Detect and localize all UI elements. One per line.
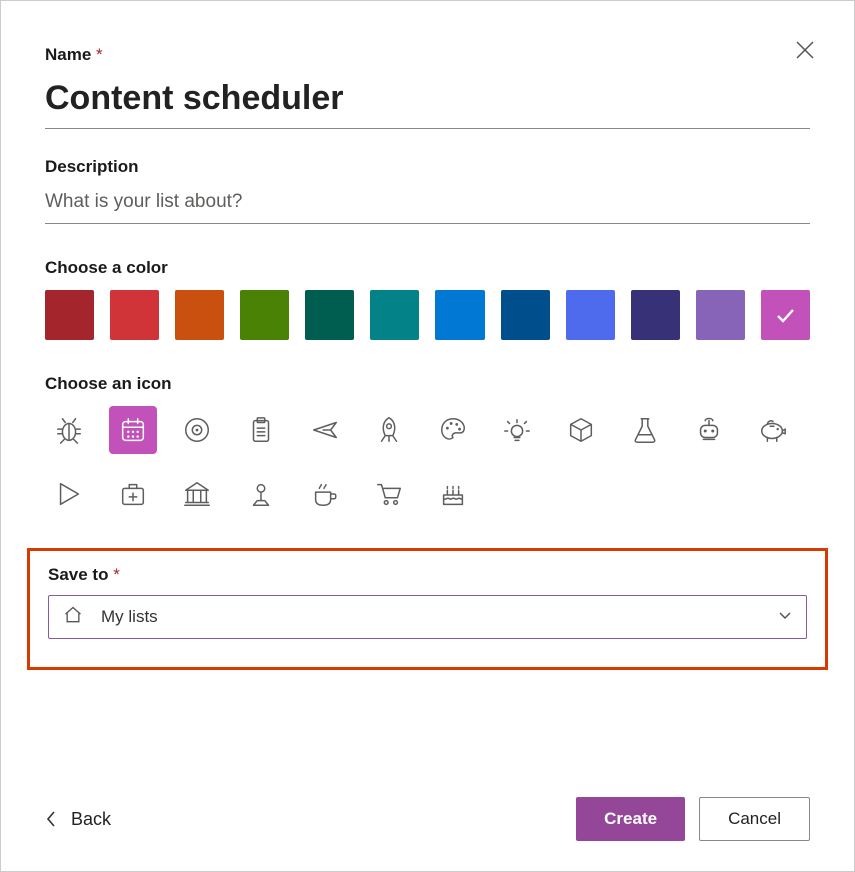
cube-icon: [566, 415, 596, 445]
icon-grid: [45, 406, 810, 518]
create-list-dialog: Name * Description Choose a color Choose…: [1, 1, 854, 871]
icon-option-cake-icon[interactable]: [429, 470, 477, 518]
icon-option-idea-icon[interactable]: [493, 406, 541, 454]
target-icon: [182, 415, 212, 445]
clipboard-icon: [246, 415, 276, 445]
cancel-button[interactable]: Cancel: [699, 797, 810, 841]
color-swatch-teal-dark[interactable]: [305, 290, 354, 340]
icon-option-coffee-icon[interactable]: [301, 470, 349, 518]
play-icon: [54, 479, 84, 509]
close-icon: [796, 41, 814, 59]
firstaid-icon: [118, 479, 148, 509]
icon-option-target-icon[interactable]: [173, 406, 221, 454]
icon-option-mappin-icon[interactable]: [237, 470, 285, 518]
icon-option-piggybank-icon[interactable]: [749, 406, 797, 454]
chevron-down-icon: [778, 608, 792, 627]
icon-option-airplane-icon[interactable]: [301, 406, 349, 454]
color-swatch-orange[interactable]: [175, 290, 224, 340]
idea-icon: [502, 415, 532, 445]
color-swatch-green[interactable]: [240, 290, 289, 340]
back-button[interactable]: Back: [45, 809, 111, 830]
color-swatch-violet[interactable]: [696, 290, 745, 340]
icon-option-calendar-icon[interactable]: [109, 406, 157, 454]
bank-icon: [182, 479, 212, 509]
icon-option-flask-icon[interactable]: [621, 406, 669, 454]
palette-icon: [438, 415, 468, 445]
icon-option-cube-icon[interactable]: [557, 406, 605, 454]
save-to-label: Save to *: [48, 565, 807, 585]
check-icon: [774, 304, 796, 326]
color-swatch-red[interactable]: [110, 290, 159, 340]
home-icon: [63, 605, 83, 630]
calendar-icon: [118, 415, 148, 445]
dialog-footer: Back Create Cancel: [45, 797, 810, 841]
save-to-selected-text: My lists: [101, 607, 158, 627]
rocket-icon: [374, 415, 404, 445]
icon-option-cart-icon[interactable]: [365, 470, 413, 518]
color-swatch-indigo[interactable]: [631, 290, 680, 340]
piggybank-icon: [758, 415, 788, 445]
icon-option-robot-icon[interactable]: [685, 406, 733, 454]
airplane-icon: [310, 415, 340, 445]
name-label: Name *: [45, 45, 810, 65]
cake-icon: [438, 479, 468, 509]
color-swatch-periwinkle[interactable]: [566, 290, 615, 340]
icon-option-clipboard-icon[interactable]: [237, 406, 285, 454]
chevron-left-icon: [45, 810, 57, 828]
coffee-icon: [310, 479, 340, 509]
color-swatch-pink[interactable]: [761, 290, 810, 340]
close-button[interactable]: [796, 41, 814, 64]
icon-option-palette-icon[interactable]: [429, 406, 477, 454]
color-swatch-blue[interactable]: [435, 290, 484, 340]
robot-icon: [694, 415, 724, 445]
icon-option-bug-icon[interactable]: [45, 406, 93, 454]
color-swatch-teal[interactable]: [370, 290, 419, 340]
choose-icon-label: Choose an icon: [45, 374, 810, 394]
icon-option-firstaid-icon[interactable]: [109, 470, 157, 518]
name-input[interactable]: [45, 73, 810, 129]
create-button[interactable]: Create: [576, 797, 685, 841]
description-input[interactable]: [45, 185, 810, 224]
color-swatch-dark-red[interactable]: [45, 290, 94, 340]
color-swatch-dark-blue[interactable]: [501, 290, 550, 340]
bug-icon: [54, 415, 84, 445]
choose-color-label: Choose a color: [45, 258, 810, 278]
icon-option-bank-icon[interactable]: [173, 470, 221, 518]
icon-option-play-icon[interactable]: [45, 470, 93, 518]
icon-option-rocket-icon[interactable]: [365, 406, 413, 454]
mappin-icon: [246, 479, 276, 509]
save-to-dropdown[interactable]: My lists: [48, 595, 807, 639]
save-to-highlight: Save to * My lists: [27, 548, 828, 670]
cart-icon: [374, 479, 404, 509]
flask-icon: [630, 415, 660, 445]
color-swatch-row: [45, 290, 810, 340]
description-label: Description: [45, 157, 810, 177]
